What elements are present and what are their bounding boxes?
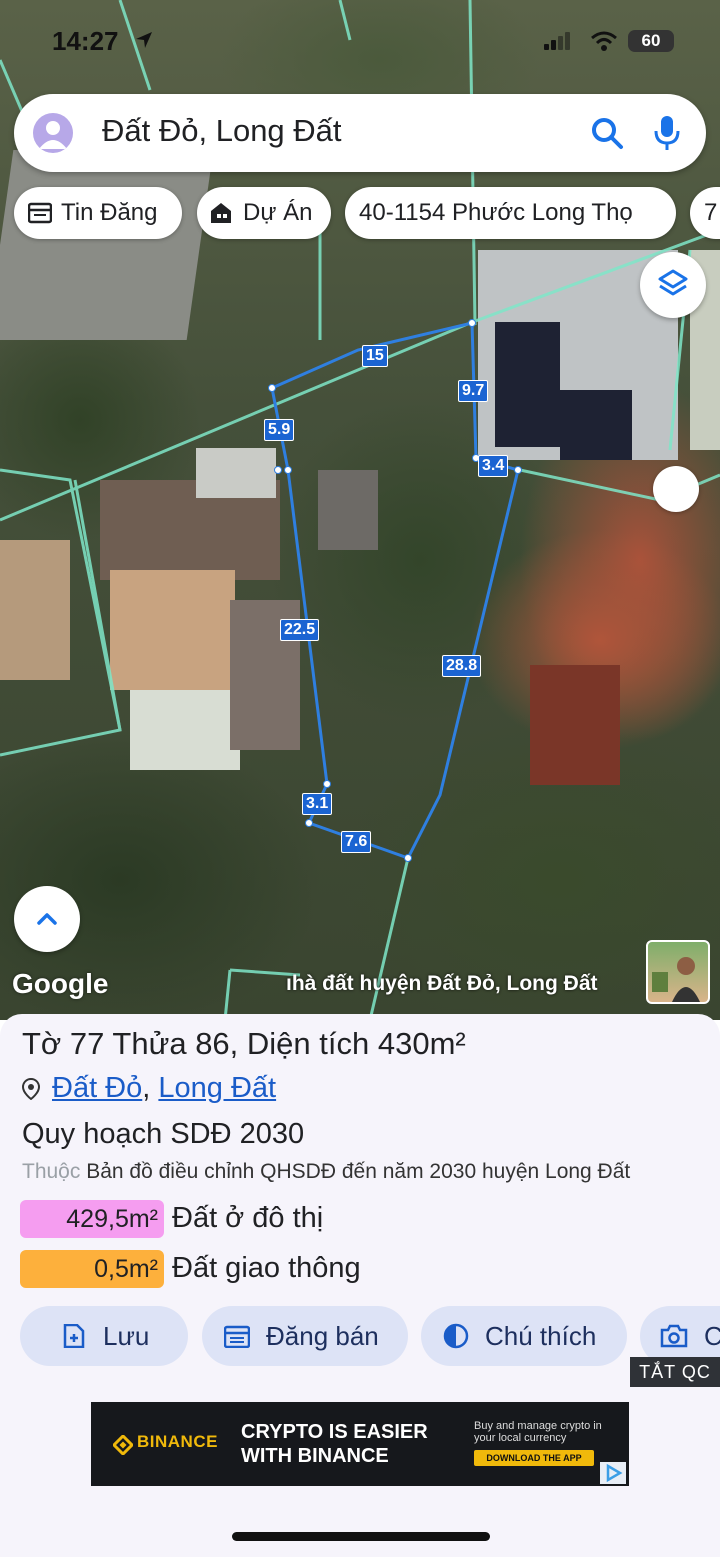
dimension-label: 22.5 [280, 619, 320, 641]
dimension-label: 15 [362, 345, 388, 367]
dimension-label: 7.6 [341, 831, 372, 853]
user-icon [39, 121, 67, 149]
dimension-label: 9.7 [458, 380, 489, 402]
ad-headline-line2: WITH BINANCE [241, 1445, 389, 1467]
chip-more[interactable]: 7 [690, 187, 720, 239]
chip-tin-dang[interactable]: Tin Đăng [14, 187, 182, 239]
post-sale-label: Đăng bán [266, 1321, 379, 1351]
status-bar: 14:27 60 [0, 20, 720, 60]
project-icon [211, 203, 231, 223]
microphone-icon[interactable] [652, 114, 682, 152]
close-ad-button[interactable]: TẮT QC [630, 1357, 720, 1387]
ad-subtext: Buy and manage crypto in your local curr… [474, 1420, 602, 1444]
ad-headline-line1: CRYPTO IS EASIER [241, 1421, 428, 1443]
save-doc-icon [63, 1324, 85, 1348]
location-pin-icon [22, 1078, 40, 1101]
wifi-icon [591, 31, 617, 51]
area-value-badge: 0,5m² [20, 1250, 164, 1288]
contrast-icon [443, 1323, 469, 1349]
post-sale-button[interactable]: Đăng bán [202, 1306, 408, 1366]
location-link-long-dat[interactable]: Long Đất [158, 1072, 276, 1104]
zoning-source-text: Bản đồ điều chỉnh QHSDĐ đến năm 2030 huy… [80, 1160, 631, 1183]
street-view-thumbnail[interactable] [646, 940, 710, 1004]
save-button[interactable]: Lưu [20, 1306, 188, 1366]
chip-du-an[interactable]: Dự Án [197, 187, 331, 239]
chip-label: Dự Án [243, 199, 313, 226]
chip-label: Tin Đăng [61, 199, 158, 226]
avatar[interactable] [33, 113, 73, 153]
home-indicator[interactable] [232, 1532, 490, 1541]
ad-download-button[interactable]: DOWNLOAD THE APP [474, 1450, 594, 1466]
save-label: Lưu [103, 1321, 150, 1351]
area-label: Đất ở đô thị [172, 1202, 324, 1234]
dimension-label: 28.8 [442, 655, 482, 677]
layers-icon [658, 269, 688, 296]
zoning-title: Quy hoạch SDĐ 2030 [22, 1118, 305, 1150]
area-value-badge: 429,5m² [20, 1200, 164, 1238]
ad-choices-icon[interactable] [600, 1462, 626, 1484]
satellite-map[interactable]: 15 9.7 5.9 3.4 22.5 28.8 3.1 7.6 14:27 6… [0, 0, 720, 1020]
battery-indicator: 60 [628, 30, 674, 52]
location-separator: , [142, 1072, 151, 1104]
ad-banner[interactable]: BINANCE CRYPTO IS EASIER WITH BINANCE Bu… [91, 1402, 629, 1486]
status-time: 14:27 [52, 26, 119, 56]
area-row-traffic: 0,5m² Đất giao thông [20, 1250, 720, 1290]
camera-icon [660, 1324, 688, 1348]
google-logo: Google [12, 968, 109, 999]
legend-button[interactable]: Chú thích [421, 1306, 627, 1366]
legend-label: Chú thích [485, 1321, 597, 1351]
location-link-dat-do[interactable]: Đất Đỏ [52, 1072, 142, 1104]
chip-label: 40-1154 Phước Long Thọ [359, 199, 633, 226]
expand-button[interactable] [14, 886, 80, 952]
zoning-source-prefix: Thuộc [22, 1160, 81, 1183]
ad-brand: BINANCE [137, 1432, 218, 1451]
area-label: Đất giao thông [172, 1252, 361, 1284]
person-photo [652, 957, 700, 1002]
search-input[interactable]: Đất Đỏ, Long Đất [102, 113, 342, 149]
calendar-icon [224, 1325, 250, 1348]
search-bar[interactable]: Đất Đỏ, Long Đất [14, 94, 706, 172]
map-handle[interactable] [653, 466, 699, 512]
cellular-signal-icon [544, 32, 572, 50]
binance-logo-icon [113, 1435, 133, 1455]
parcel-title: Tờ 77 Thửa 86, Diện tích 430m² [22, 1026, 466, 1061]
location-arrow-icon [136, 32, 152, 48]
zoning-source: Thuộc Bản đồ điều chỉnh QHSDĐ đến năm 20… [22, 1160, 630, 1184]
dimension-label: 5.9 [264, 419, 295, 441]
chip-label: 7 [704, 199, 718, 226]
layers-button[interactable] [640, 252, 706, 318]
ad-headline: CRYPTO IS EASIER WITH BINANCE [241, 1420, 428, 1468]
parcel-location: Đất Đỏ, Long Đất [22, 1072, 276, 1105]
area-row-residential: 429,5m² Đất ở đô thị [20, 1200, 720, 1240]
dimension-label: 3.4 [478, 455, 509, 477]
search-icon[interactable] [590, 116, 624, 150]
chevron-up-icon [37, 913, 57, 925]
filter-chips: Tin Đăng Dự Án 40-1154 Phước Long Thọ 7 [14, 187, 720, 241]
listing-icon [28, 202, 52, 224]
chip-address[interactable]: 40-1154 Phước Long Thọ [345, 187, 676, 239]
action-buttons: Lưu Đăng bán Chú thích C [0, 1306, 720, 1368]
dimension-label: 3.1 [302, 793, 333, 815]
map-caption: ıhà đất huyện Đất Đỏ, Long Đất [286, 972, 598, 995]
